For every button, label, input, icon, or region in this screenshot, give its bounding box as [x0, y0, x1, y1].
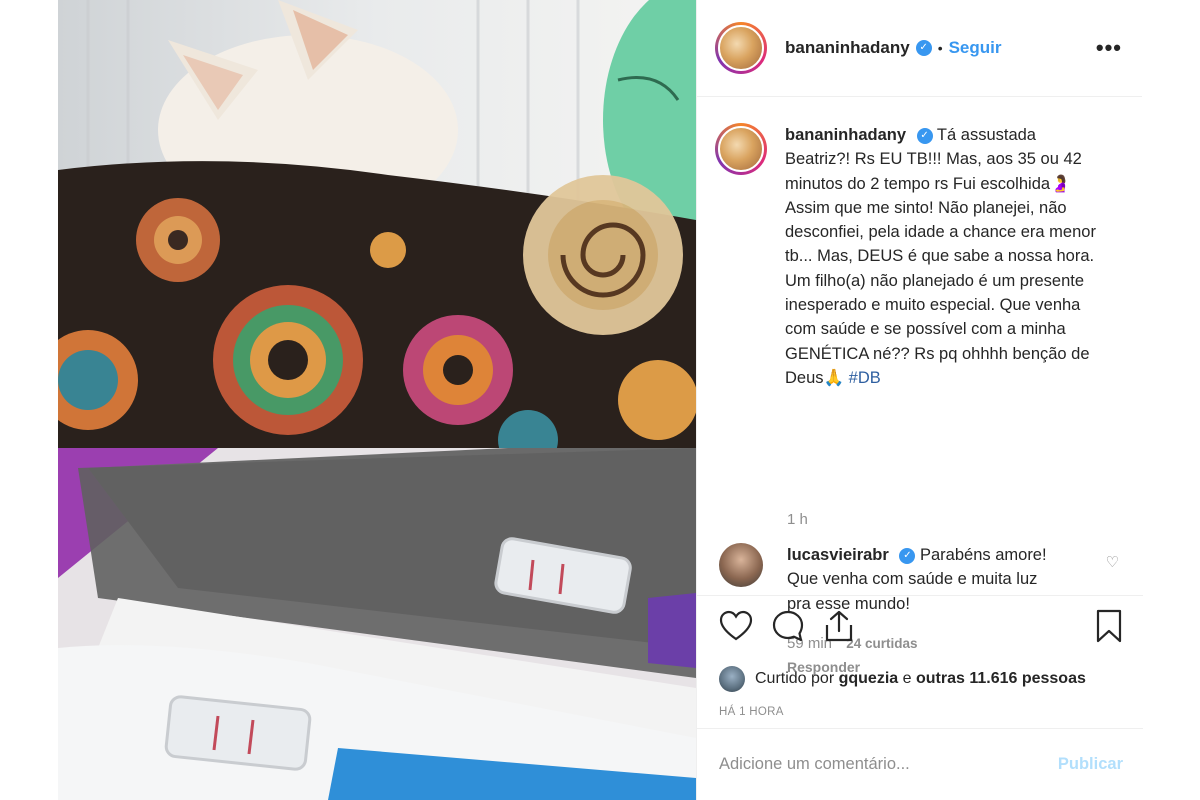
liker-avatar[interactable]	[719, 666, 745, 692]
commenter-username[interactable]: lucasvieirabr	[787, 546, 889, 564]
comment-bubble-icon[interactable]	[771, 609, 805, 648]
verified-badge-icon: ✓	[916, 127, 933, 144]
likes-others-link[interactable]: outras 11.616 pessoas	[916, 670, 1086, 688]
bookmark-save-icon[interactable]	[1095, 609, 1123, 648]
follow-button[interactable]: Seguir	[949, 38, 1002, 58]
post-header: bananinhadany ✓ • Seguir •••	[697, 0, 1142, 97]
caption-text-block: bananinhadany ✓ Tá assustada Beatriz?! R…	[785, 123, 1105, 390]
share-upload-icon[interactable]	[823, 609, 855, 648]
verified-badge-icon: ✓	[915, 40, 932, 56]
like-comment-heart-icon[interactable]: ♡	[1106, 553, 1119, 571]
author-avatar[interactable]	[715, 22, 767, 74]
more-options-icon[interactable]: •••	[1096, 35, 1122, 61]
likes-prefix: Curtido por	[755, 670, 835, 687]
likes-middle: e	[902, 670, 912, 687]
post-image[interactable]	[58, 0, 696, 800]
likes-summary: Curtido por gquezia e outras 11.616 pess…	[719, 666, 1123, 692]
author-username[interactable]: bananinhadany	[785, 38, 910, 58]
liker-username[interactable]: gquezia	[839, 670, 899, 688]
like-heart-icon[interactable]	[719, 610, 753, 647]
header-separator: •	[937, 40, 943, 56]
post-actions: Curtido por gquezia e outras 11.616 pess…	[697, 595, 1143, 728]
post-timestamp[interactable]: HÁ 1 HORA	[719, 706, 1123, 718]
caption-timestamp[interactable]: 1 h	[787, 511, 808, 528]
post-side-panel: bananinhadany ✓ • Seguir ••• bananinhada…	[696, 0, 1143, 800]
hashtag-link[interactable]: #DB	[849, 369, 881, 387]
commenter-avatar[interactable]	[719, 543, 763, 587]
pregnancy-tests-photo	[58, 448, 696, 800]
caption: bananinhadany ✓ Tá assustada Beatriz?! R…	[715, 123, 1122, 390]
caption-author-avatar[interactable]	[715, 123, 767, 175]
caption-body: Tá assustada Beatriz?! Rs EU TB!!! Mas, …	[785, 126, 1096, 387]
publish-button[interactable]: Publicar	[1058, 755, 1123, 774]
add-comment-bar: Publicar	[697, 728, 1143, 800]
caption-username[interactable]: bananinhadany	[785, 126, 906, 144]
verified-badge-icon: ✓	[899, 547, 916, 564]
comments-section: bananinhadany ✓ Tá assustada Beatriz?! R…	[697, 97, 1142, 675]
comment-input[interactable]	[719, 755, 1058, 774]
dog-on-blanket-photo	[58, 0, 696, 448]
